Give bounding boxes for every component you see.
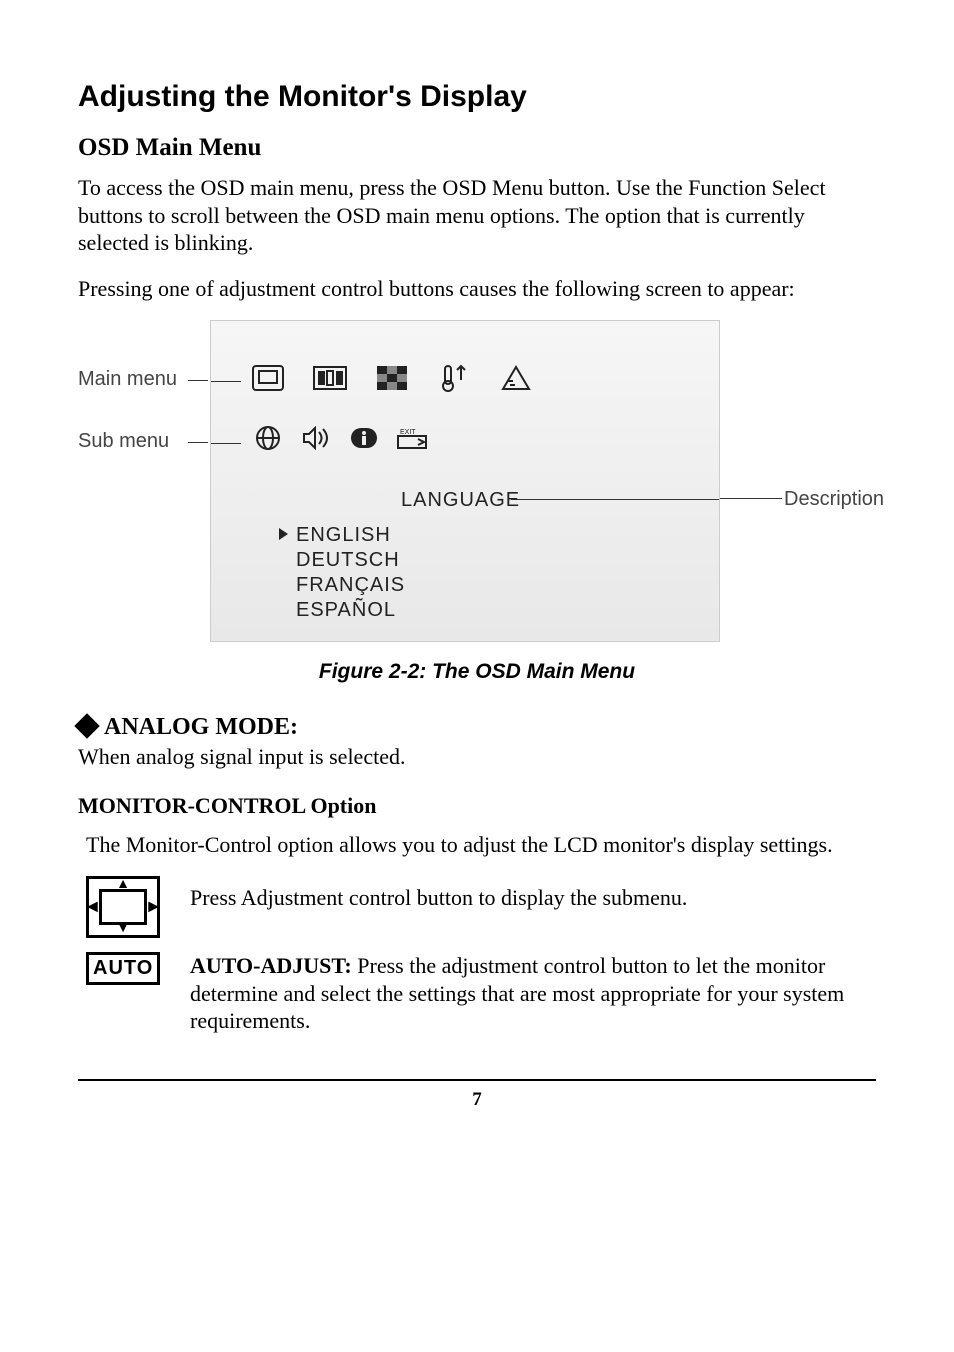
- osd-language-label: LANGUAGE: [401, 489, 520, 512]
- lang-option-deutsch: DEUTSCH: [279, 548, 405, 573]
- auto-adjust-row: AUTO AUTO-ADJUST: Press the adjustment c…: [86, 952, 876, 1035]
- osd-heading: OSD Main Menu: [78, 134, 876, 162]
- connector-line: [211, 381, 241, 382]
- osd-paragraph-2: Pressing one of adjustment control butto…: [78, 275, 876, 303]
- diamond-bullet-icon: [74, 713, 99, 738]
- osd-sub-menu-row: EXIT: [251, 425, 429, 451]
- temperature-icon: [437, 365, 471, 391]
- arrow-right-icon: ▶: [148, 899, 159, 916]
- lang-option-english: ENGLISH: [279, 523, 405, 548]
- figure-left-labels: Main menu Sub menu: [78, 320, 210, 642]
- arrow-left-icon: ◀: [87, 899, 98, 916]
- label-sub-menu: Sub menu: [78, 430, 169, 453]
- exit-icon: EXIT: [395, 425, 429, 451]
- analog-mode-desc: When analog signal input is selected.: [78, 743, 876, 771]
- analog-mode-heading: ANALOG MODE:: [78, 714, 876, 741]
- osd-panel: EXIT LANGUAGE ENGLISH DEUTSCH FRANÇAIS E…: [210, 320, 720, 642]
- osd-language-list: ENGLISH DEUTSCH FRANÇAIS ESPAÑOL: [279, 523, 405, 623]
- figure-right-labels: Description: [720, 320, 876, 642]
- press-adjustment-text: Press Adjustment control button to displ…: [190, 876, 876, 912]
- info-icon: [347, 425, 381, 451]
- osd-paragraph-1: To access the OSD main menu, press the O…: [78, 174, 876, 257]
- connector-line: [511, 499, 719, 500]
- connector-line: [188, 442, 208, 443]
- arrow-down-icon: ▼: [116, 921, 130, 937]
- graphic-mode-icon: [499, 365, 533, 391]
- monitor-control-large-icon: ▲ ▼ ◀ ▶: [86, 876, 160, 938]
- svg-text:EXIT: EXIT: [400, 429, 416, 436]
- monitor-control-intro: The Monitor-Control option allows you to…: [86, 831, 876, 859]
- arrow-up-icon: ▲: [116, 877, 130, 893]
- figure-caption: Figure 2-2: The OSD Main Menu: [78, 660, 876, 684]
- connector-line: [188, 380, 208, 381]
- page-title: Adjusting the Monitor's Display: [78, 80, 876, 114]
- osd-icon: [313, 365, 347, 391]
- osd-main-menu-row: [251, 365, 533, 391]
- connector-line: [720, 498, 782, 499]
- monitor-control-icon: [251, 365, 285, 391]
- auto-adjust-bold: AUTO-ADJUST:: [190, 953, 352, 978]
- auto-adjust-text: AUTO-ADJUST: Press the adjustment contro…: [190, 952, 876, 1035]
- connector-line: [211, 443, 241, 444]
- osd-figure: Main menu Sub menu: [78, 320, 876, 642]
- label-main-menu: Main menu: [78, 368, 177, 391]
- auto-adjust-icon: AUTO: [86, 952, 160, 985]
- color-grid-icon: [375, 365, 409, 391]
- label-description: Description: [784, 488, 884, 511]
- lang-option-espanol: ESPAÑOL: [279, 598, 405, 623]
- page-root: Adjusting the Monitor's Display OSD Main…: [0, 0, 954, 1151]
- press-adjustment-row: ▲ ▼ ◀ ▶ Press Adjustment control button …: [86, 876, 876, 938]
- audio-icon: [299, 425, 333, 451]
- monitor-control-heading: MONITOR-CONTROL Option: [78, 793, 876, 819]
- lang-option-francais: FRANÇAIS: [279, 573, 405, 598]
- page-footer: 7: [78, 1079, 876, 1111]
- globe-icon: [251, 425, 285, 451]
- page-number: 7: [472, 1089, 482, 1110]
- triangle-marker-icon: [279, 528, 288, 540]
